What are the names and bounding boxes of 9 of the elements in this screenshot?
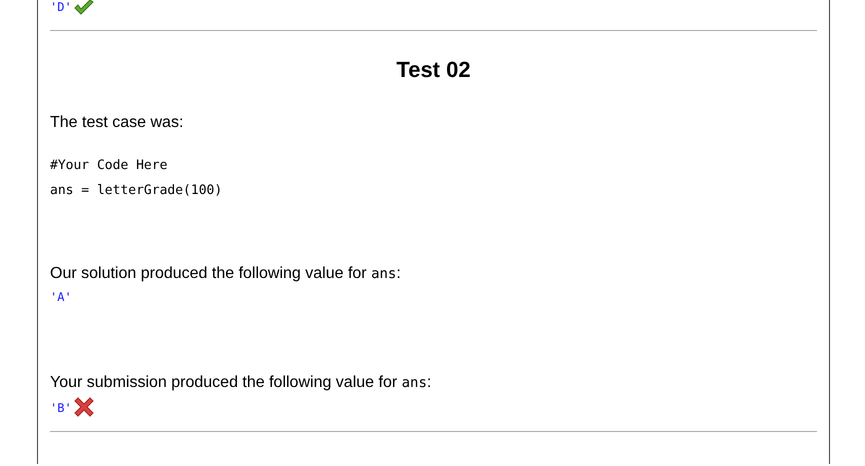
test-title: Test 02 — [395, 57, 472, 83]
code-line: ans = letterGrade(100) — [50, 182, 224, 200]
result-description: Your submission produced the following value for ans: — [50, 373, 432, 393]
test-case-label: The test case was: — [50, 113, 184, 133]
value-output: 'B' — [50, 400, 72, 417]
value-output: 'D' — [50, 0, 72, 16]
value-output: 'A' — [50, 289, 72, 306]
result-description: Our solution produced the following value for ans: — [50, 264, 402, 284]
code-line: #Your Code Here — [50, 157, 168, 175]
